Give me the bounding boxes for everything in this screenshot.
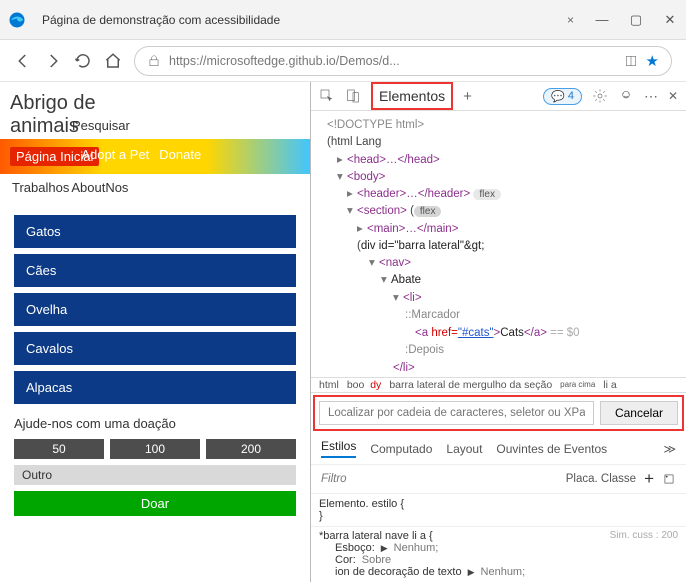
amount-100[interactable]: 100 — [110, 439, 200, 459]
filter-input[interactable]: Filtro — [321, 473, 558, 485]
back-icon[interactable] — [14, 52, 32, 70]
forward-icon[interactable] — [44, 52, 62, 70]
favorite-icon[interactable]: ★ — [646, 52, 659, 70]
search-input[interactable] — [135, 117, 255, 135]
filter-row: Filtro Placa. Classe + — [311, 465, 686, 494]
dom-tree[interactable]: <!DOCTYPE html> (html Lang ▸<head>…</hea… — [311, 111, 686, 377]
animal-list: Gatos Cães Ovelha Cavalos Alpacas — [0, 201, 310, 404]
tab-close-icon[interactable]: × — [567, 13, 574, 27]
sub-nav: Trabalhos About Nos — [0, 174, 310, 201]
issues-badge[interactable]: 💬 4 — [543, 88, 582, 105]
close-icon[interactable]: ✕ — [662, 12, 678, 28]
sub-about[interactable]: About — [71, 180, 105, 195]
page-content: Abrigo de animais Pesquisar Página Inici… — [0, 82, 310, 582]
page-nav: Página Inicial Adopt a Pet Donate — [0, 139, 310, 174]
amount-other[interactable]: Outro — [14, 465, 296, 485]
animal-item-dogs[interactable]: Cães — [14, 254, 296, 287]
inspect-icon[interactable] — [319, 88, 335, 104]
styles-tabs: Estilos Computado Layout Ouvintes de Eve… — [311, 433, 686, 465]
edge-icon — [8, 11, 26, 29]
find-bar: Cancelar — [313, 395, 684, 431]
reload-icon[interactable] — [74, 52, 92, 70]
donate-amounts: 50 100 200 — [14, 439, 296, 459]
donate-button[interactable]: Doar — [14, 491, 296, 516]
url-text: https://microsoftedge.github.io/Demos/d.… — [169, 54, 616, 68]
more-icon[interactable]: ⋯ — [644, 88, 658, 105]
sub-jobs[interactable]: Trabalhos — [12, 180, 69, 195]
amount-50[interactable]: 50 — [14, 439, 104, 459]
tab-listeners[interactable]: Ouvintes de Eventos — [496, 442, 607, 456]
minimize-icon[interactable]: — — [594, 12, 610, 28]
tab-layout[interactable]: Layout — [446, 442, 482, 456]
window-controls: — ▢ ✕ — [594, 12, 678, 28]
breadcrumb[interactable]: html boo dy barra lateral de mergulho da… — [311, 377, 686, 393]
nav-donate[interactable]: Donate — [159, 147, 201, 166]
devtools-panel: Elementos + 💬 4 ⋯ ✕ <!DOCTYPE html> (htm… — [310, 82, 686, 582]
home-icon[interactable] — [104, 52, 122, 70]
maximize-icon[interactable]: ▢ — [628, 12, 644, 28]
hov-cls[interactable]: Placa. Classe — [566, 473, 636, 485]
tab-computed[interactable]: Computado — [370, 442, 432, 456]
find-input[interactable] — [319, 401, 594, 425]
nav-adopt[interactable]: Adopt a Pet — [81, 147, 149, 166]
devtools-toolbar: Elementos + 💬 4 ⋯ ✕ — [311, 82, 686, 111]
reader-icon[interactable] — [624, 54, 638, 68]
tab-styles[interactable]: Estilos — [321, 439, 356, 458]
pin-icon[interactable] — [662, 472, 676, 486]
devtools-close-icon[interactable]: ✕ — [668, 89, 678, 103]
feedback-icon[interactable] — [618, 88, 634, 104]
search-label: Pesquisar — [72, 118, 130, 133]
animal-item-horses[interactable]: Cavalos — [14, 332, 296, 365]
titlebar: Página de demonstração com acessibilidad… — [0, 0, 686, 40]
new-rule-icon[interactable]: + — [644, 469, 654, 489]
animal-item-cats[interactable]: Gatos — [14, 215, 296, 248]
lock-icon — [147, 54, 161, 68]
sub-nos[interactable]: Nos — [105, 180, 128, 195]
styles-pane[interactable]: Elemento. estilo { } *barra lateral nave… — [311, 494, 686, 582]
donate-heading: Ajude-nos com uma doação — [14, 416, 296, 431]
url-box[interactable]: https://microsoftedge.github.io/Demos/d.… — [134, 46, 672, 76]
settings-icon[interactable] — [592, 88, 608, 104]
tab-title: Página de demonstração com acessibilidad… — [42, 13, 280, 27]
device-icon[interactable] — [345, 88, 361, 104]
tab-elements[interactable]: Elementos — [371, 82, 453, 110]
animal-item-sheep[interactable]: Ovelha — [14, 293, 296, 326]
donate-section: Ajude-nos com uma doação 50 100 200 Outr… — [0, 404, 310, 528]
address-bar: https://microsoftedge.github.io/Demos/d.… — [0, 40, 686, 82]
amount-200[interactable]: 200 — [206, 439, 296, 459]
add-tab-icon[interactable]: + — [463, 88, 472, 105]
selected-node[interactable]: <a href="#cats">Cats</a> == $0 — [327, 325, 680, 342]
find-cancel-button[interactable]: Cancelar — [600, 401, 678, 425]
animal-item-alpacas[interactable]: Alpacas — [14, 371, 296, 404]
browser-tab[interactable]: Página de demonstração com acessibilidad… — [34, 9, 582, 31]
tabs-more-icon[interactable]: ≫ — [663, 442, 676, 456]
